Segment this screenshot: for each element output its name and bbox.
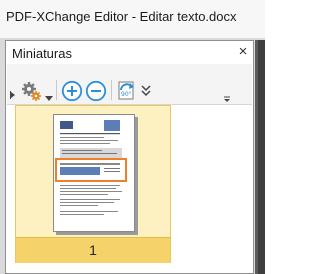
thumbnail-page-number: 1 xyxy=(89,242,97,258)
thumbnails-list: 1 xyxy=(7,105,252,273)
zoom-in-icon[interactable] xyxy=(61,80,83,102)
collapse-icon[interactable] xyxy=(223,90,231,102)
rotate-90-icon[interactable]: 90° xyxy=(115,79,139,103)
thumbnail-label-bar: 1 xyxy=(16,237,170,263)
settings-gears-icon[interactable] xyxy=(19,80,43,102)
window-title: PDF-XChange Editor - Editar texto.docx xyxy=(6,9,237,24)
page-preview xyxy=(53,114,135,232)
panel-toolbar: 90° xyxy=(7,64,252,105)
toolbar-separator xyxy=(111,80,112,100)
document-area-edge-inner xyxy=(258,40,265,274)
panel-header: Miniaturas × xyxy=(7,42,252,64)
thumbnails-panel: Miniaturas × 90° 1 xyxy=(5,40,254,274)
window-titlebar: PDF-XChange Editor - Editar texto.docx xyxy=(0,0,265,38)
svg-text:90°: 90° xyxy=(121,91,132,98)
close-panel-button[interactable]: × xyxy=(235,43,251,61)
page-preview-content xyxy=(55,120,127,215)
more-chevron-icon[interactable] xyxy=(141,84,151,97)
page-thumbnail-1[interactable]: 1 xyxy=(15,105,171,263)
toolbar-grip-icon[interactable] xyxy=(10,91,15,99)
toolbar-separator xyxy=(56,80,57,100)
zoom-out-icon[interactable] xyxy=(85,80,107,102)
dropdown-arrow-icon[interactable] xyxy=(45,89,53,101)
panel-title: Miniaturas xyxy=(12,46,72,61)
